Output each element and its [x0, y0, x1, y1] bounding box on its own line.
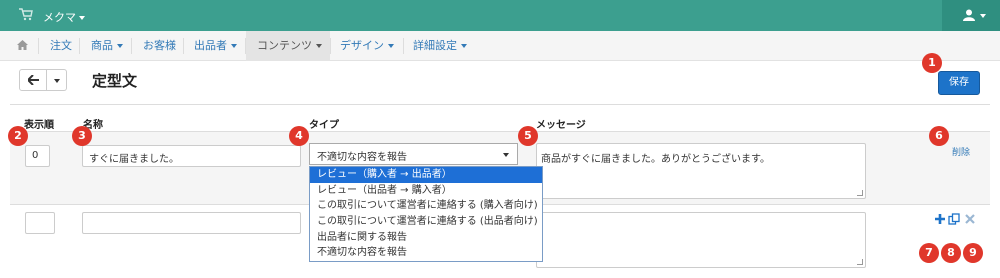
- arrow-left-icon: [28, 75, 39, 85]
- chevron-down-icon: [980, 14, 986, 18]
- resize-handle-icon[interactable]: [857, 190, 863, 196]
- nav-label: 出品者: [194, 39, 227, 52]
- message-textarea[interactable]: [536, 212, 866, 268]
- nav-divider: [403, 38, 404, 54]
- callout-badge: 7: [919, 243, 939, 263]
- back-button-group: [19, 69, 67, 91]
- callout-badge: 2: [8, 126, 28, 146]
- chevron-down-icon: [503, 153, 509, 157]
- header-divider: [10, 104, 990, 105]
- nav-item-products[interactable]: 商品: [91, 31, 123, 61]
- store-name: メクマ: [43, 11, 76, 24]
- callout-badge: 8: [941, 243, 961, 263]
- callout-badge: 9: [963, 243, 983, 263]
- nav-label: デザイン: [340, 39, 384, 52]
- nav-label: 商品: [91, 39, 113, 52]
- cart-icon: [19, 8, 33, 21]
- type-option[interactable]: 出品者に関する報告: [310, 230, 542, 246]
- back-button[interactable]: [19, 69, 47, 91]
- nav-item-orders[interactable]: 注文: [50, 31, 72, 61]
- nav-label: お客様: [143, 39, 176, 52]
- type-option[interactable]: レビュー（出品者 → 購入者）: [310, 183, 542, 199]
- chevron-down-icon: [231, 44, 237, 48]
- message-textarea[interactable]: 商品がすぐに届きました。ありがとうございます。: [536, 143, 866, 199]
- order-input[interactable]: [25, 212, 55, 234]
- resize-handle-icon[interactable]: [857, 259, 863, 265]
- order-input[interactable]: 0: [25, 145, 50, 167]
- nav-divider: [38, 38, 39, 54]
- type-options-list: レビュー（購入者 → 出品者） レビュー（出品者 → 購入者） この取引について…: [309, 166, 543, 262]
- callout-badge: 6: [929, 126, 949, 146]
- user-menu-button[interactable]: [942, 0, 1000, 31]
- type-option[interactable]: この取引について運営者に連絡する (購入者向け): [310, 198, 542, 214]
- top-bar: メクマ: [0, 0, 1000, 31]
- nav-divider: [131, 38, 132, 54]
- chevron-down-icon: [388, 44, 394, 48]
- add-row-icon[interactable]: [934, 213, 946, 225]
- nav-item-design[interactable]: デザイン: [340, 31, 394, 61]
- copy-row-icon[interactable]: [948, 213, 960, 225]
- chevron-down-icon: [54, 79, 60, 83]
- name-input[interactable]: [82, 212, 301, 234]
- nav-divider: [330, 38, 331, 54]
- type-select[interactable]: 不適切な内容を報告: [309, 143, 518, 165]
- callout-badge: 4: [289, 126, 309, 146]
- main-nav: 注文 商品 お客様 出品者 コンテンツ デザイン 詳細設定: [0, 31, 1000, 61]
- delete-link[interactable]: 削除: [952, 145, 970, 158]
- nav-label: 注文: [50, 39, 72, 52]
- nav-item-sellers[interactable]: 出品者: [194, 31, 237, 61]
- callout-badge: 1: [922, 53, 942, 73]
- nav-item-contents[interactable]: コンテンツ: [246, 31, 330, 61]
- column-header-type: タイプ: [309, 120, 339, 131]
- type-select-value: 不適切な内容を報告: [317, 152, 407, 163]
- callout-badge: 5: [518, 126, 538, 146]
- nav-divider: [79, 38, 80, 54]
- nav-item-customers[interactable]: お客様: [143, 31, 176, 61]
- nav-label: 詳細設定: [413, 39, 457, 52]
- chevron-down-icon: [316, 44, 322, 48]
- callout-badge: 3: [72, 126, 92, 146]
- nav-item-advanced-settings[interactable]: 詳細設定: [413, 31, 467, 61]
- nav-divider: [183, 38, 184, 54]
- save-button[interactable]: 保存: [938, 71, 980, 95]
- chevron-down-icon: [79, 16, 85, 20]
- message-text: 商品がすぐに届きました。ありがとうございます。: [541, 154, 770, 165]
- remove-row-icon[interactable]: [964, 213, 976, 225]
- chevron-down-icon: [117, 44, 123, 48]
- back-dropdown-button[interactable]: [47, 69, 67, 91]
- home-icon[interactable]: [17, 40, 28, 50]
- type-option[interactable]: この取引について運営者に連絡する (出品者向け): [310, 214, 542, 230]
- page-title: 定型文: [92, 72, 138, 90]
- user-icon: [963, 9, 975, 21]
- name-input[interactable]: すぐに届きました。: [82, 145, 301, 167]
- type-option[interactable]: レビュー（購入者 → 出品者）: [310, 167, 542, 183]
- column-header-order: 表示順: [24, 120, 54, 131]
- store-switcher[interactable]: メクマ: [43, 9, 85, 25]
- type-option[interactable]: 不適切な内容を報告: [310, 245, 542, 261]
- chevron-down-icon: [461, 44, 467, 48]
- column-header-message: メッセージ: [536, 120, 586, 131]
- nav-label: コンテンツ: [257, 39, 312, 52]
